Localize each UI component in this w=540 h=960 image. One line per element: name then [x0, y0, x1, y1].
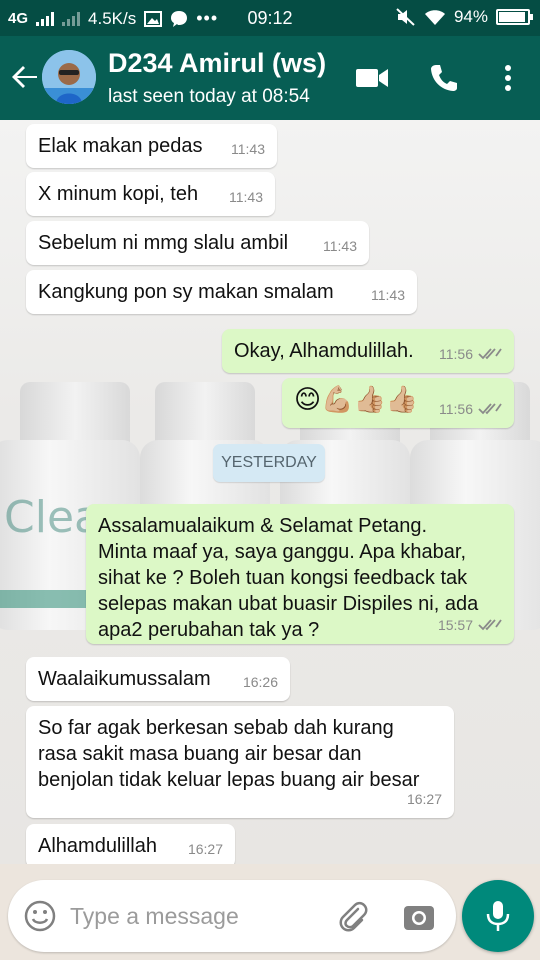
message-time: 11:56 [439, 346, 473, 362]
emoji-button[interactable] [24, 900, 56, 932]
message-text: Assalamualaikum & Selamat Petang. Minta … [98, 515, 479, 641]
message-meta: 11:43 [229, 184, 263, 210]
mute-icon [396, 8, 415, 26]
message-text: Okay, Alhamdulillah. [234, 340, 414, 362]
more-options-icon [505, 65, 511, 91]
message-composer [8, 880, 456, 952]
attach-button[interactable] [336, 900, 370, 934]
date-separator: YESTERDAY [213, 444, 325, 482]
message-text: 😊💪🏼👍🏼👍🏼 [294, 385, 419, 415]
message-meta: 11:43 [323, 233, 357, 259]
attach-icon [339, 901, 368, 932]
message-meta: 16:26 [243, 669, 278, 695]
message-meta: 15:57 [438, 612, 502, 638]
message-text: So far agak berkesan sebab dah kurang ra… [38, 717, 420, 791]
read-ticks-icon [478, 348, 502, 360]
message-meta: 11:43 [371, 282, 405, 308]
voice-message-button[interactable] [462, 880, 534, 952]
incoming-message[interactable]: So far agak berkesan sebab dah kurang ra… [26, 706, 454, 818]
message-text: Alhamdulillah [38, 835, 157, 857]
avatar-image [42, 50, 96, 104]
message-time: 16:27 [406, 791, 442, 807]
chat-area[interactable]: Clean YESTERDAY Elak makan pedas 11:43 X m… [0, 120, 540, 864]
outgoing-message[interactable]: Assalamualaikum & Selamat Petang. Minta … [86, 504, 514, 644]
voice-call-icon [431, 65, 457, 91]
battery-fill [499, 12, 525, 22]
message-meta: 11:56 [439, 341, 502, 367]
back-button[interactable] [8, 60, 42, 94]
message-time: 11:43 [323, 238, 357, 254]
message-meta: 11:43 [231, 136, 265, 162]
read-ticks-icon [478, 403, 502, 415]
last-seen-status: last seen today at 08:54 [108, 86, 310, 107]
message-meta: 16:27 [188, 836, 223, 862]
voice-call-button[interactable] [424, 58, 464, 98]
message-time: 11:56 [439, 401, 473, 417]
incoming-message[interactable]: Waalaikumussalam 16:26 [26, 657, 290, 701]
camera-button[interactable] [402, 900, 436, 934]
message-time: 11:43 [231, 141, 265, 157]
back-arrow-icon [12, 66, 37, 88]
message-time: 16:27 [187, 841, 223, 857]
incoming-message[interactable]: Sebelum ni mmg slalu ambil 11:43 [26, 221, 369, 265]
battery-icon [496, 9, 533, 25]
battery-percent: 94% [453, 7, 488, 26]
contact-avatar[interactable] [42, 50, 96, 104]
message-input[interactable] [70, 898, 320, 934]
wifi-icon [424, 10, 445, 25]
status-right: 94% [396, 7, 533, 27]
read-ticks-icon [478, 619, 502, 631]
video-call-icon [356, 69, 388, 87]
incoming-message[interactable]: X minum kopi, teh 11:43 [26, 172, 275, 216]
message-time: 16:26 [242, 674, 278, 690]
mic-icon [486, 901, 510, 931]
message-text: X minum kopi, teh [38, 183, 199, 205]
contact-name[interactable]: D234 Amirul (ws) [108, 48, 326, 79]
message-text: Waalaikumussalam [38, 668, 211, 690]
incoming-message[interactable]: Kangkung pon sy makan smalam 11:43 [26, 270, 417, 314]
camera-icon [404, 906, 434, 930]
video-call-button[interactable] [352, 58, 392, 98]
message-time: 11:43 [371, 287, 405, 303]
chat-header: D234 Amirul (ws) last seen today at 08:5… [0, 36, 540, 120]
incoming-message[interactable]: Elak makan pedas 11:43 [26, 124, 277, 168]
outgoing-message[interactable]: 😊💪🏼👍🏼👍🏼 11:56 [282, 378, 514, 428]
message-text: Kangkung pon sy makan smalam [38, 281, 334, 303]
message-text: Elak makan pedas [38, 135, 203, 157]
message-time: 11:43 [229, 189, 263, 205]
message-meta: 16:27 [407, 786, 442, 812]
emoji-icon [24, 900, 56, 932]
outgoing-message[interactable]: Okay, Alhamdulillah. 11:56 [222, 329, 514, 373]
incoming-message[interactable]: Alhamdulillah 16:27 [26, 824, 235, 864]
message-meta: 11:56 [439, 396, 502, 422]
more-options-button[interactable] [488, 58, 528, 98]
status-bar: 4G 4.5K/s ••• 09:12 94% [0, 0, 540, 36]
message-time: 15:57 [437, 617, 473, 633]
message-text: Sebelum ni mmg slalu ambil [38, 232, 289, 254]
